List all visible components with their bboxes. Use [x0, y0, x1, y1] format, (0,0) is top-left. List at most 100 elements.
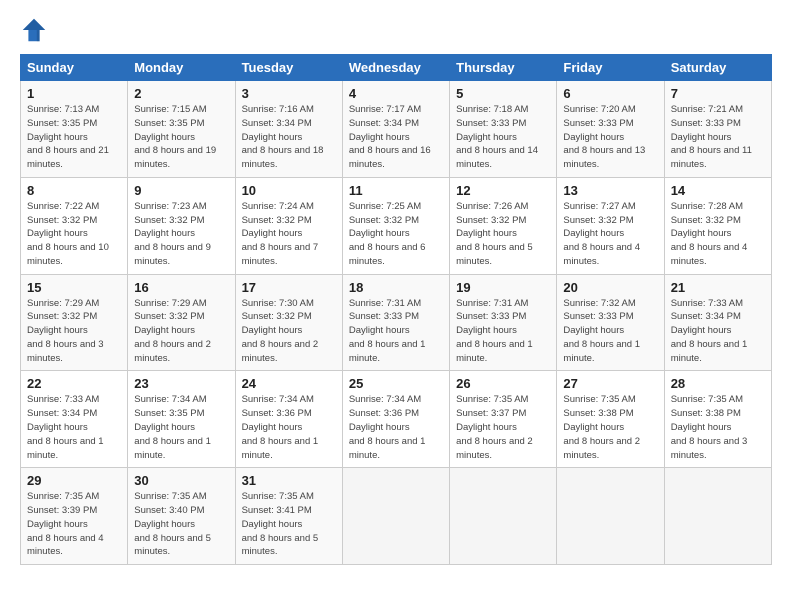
day-info: Sunrise: 7:13 AM Sunset: 3:35 PM Dayligh…	[27, 103, 121, 172]
calendar-week-5: 29 Sunrise: 7:35 AM Sunset: 3:39 PM Dayl…	[21, 468, 772, 565]
day-info: Sunrise: 7:34 AM Sunset: 3:36 PM Dayligh…	[349, 393, 443, 462]
day-number: 30	[134, 473, 228, 488]
calendar-cell: 29 Sunrise: 7:35 AM Sunset: 3:39 PM Dayl…	[21, 468, 128, 565]
logo	[20, 16, 52, 44]
day-number: 1	[27, 86, 121, 101]
day-info: Sunrise: 7:31 AM Sunset: 3:33 PM Dayligh…	[456, 297, 550, 366]
calendar-cell: 4 Sunrise: 7:17 AM Sunset: 3:34 PM Dayli…	[342, 81, 449, 178]
day-info: Sunrise: 7:35 AM Sunset: 3:38 PM Dayligh…	[671, 393, 765, 462]
day-number: 10	[242, 183, 336, 198]
calendar-header: SundayMondayTuesdayWednesdayThursdayFrid…	[21, 55, 772, 81]
weekday-header-monday: Monday	[128, 55, 235, 81]
day-number: 13	[563, 183, 657, 198]
day-number: 20	[563, 280, 657, 295]
weekday-header-wednesday: Wednesday	[342, 55, 449, 81]
day-info: Sunrise: 7:17 AM Sunset: 3:34 PM Dayligh…	[349, 103, 443, 172]
day-number: 3	[242, 86, 336, 101]
day-info: Sunrise: 7:27 AM Sunset: 3:32 PM Dayligh…	[563, 200, 657, 269]
day-info: Sunrise: 7:34 AM Sunset: 3:36 PM Dayligh…	[242, 393, 336, 462]
calendar-cell: 22 Sunrise: 7:33 AM Sunset: 3:34 PM Dayl…	[21, 371, 128, 468]
day-number: 24	[242, 376, 336, 391]
day-number: 29	[27, 473, 121, 488]
logo-icon	[20, 16, 48, 44]
day-info: Sunrise: 7:25 AM Sunset: 3:32 PM Dayligh…	[349, 200, 443, 269]
day-info: Sunrise: 7:16 AM Sunset: 3:34 PM Dayligh…	[242, 103, 336, 172]
weekday-header-tuesday: Tuesday	[235, 55, 342, 81]
calendar-cell: 26 Sunrise: 7:35 AM Sunset: 3:37 PM Dayl…	[450, 371, 557, 468]
day-number: 6	[563, 86, 657, 101]
calendar-week-1: 1 Sunrise: 7:13 AM Sunset: 3:35 PM Dayli…	[21, 81, 772, 178]
day-info: Sunrise: 7:34 AM Sunset: 3:35 PM Dayligh…	[134, 393, 228, 462]
calendar-cell: 25 Sunrise: 7:34 AM Sunset: 3:36 PM Dayl…	[342, 371, 449, 468]
day-info: Sunrise: 7:18 AM Sunset: 3:33 PM Dayligh…	[456, 103, 550, 172]
day-number: 31	[242, 473, 336, 488]
day-number: 8	[27, 183, 121, 198]
day-number: 21	[671, 280, 765, 295]
day-number: 27	[563, 376, 657, 391]
day-number: 14	[671, 183, 765, 198]
calendar-week-2: 8 Sunrise: 7:22 AM Sunset: 3:32 PM Dayli…	[21, 177, 772, 274]
calendar-cell: 3 Sunrise: 7:16 AM Sunset: 3:34 PM Dayli…	[235, 81, 342, 178]
calendar-cell	[342, 468, 449, 565]
calendar-cell: 20 Sunrise: 7:32 AM Sunset: 3:33 PM Dayl…	[557, 274, 664, 371]
day-number: 4	[349, 86, 443, 101]
calendar-cell: 7 Sunrise: 7:21 AM Sunset: 3:33 PM Dayli…	[664, 81, 771, 178]
calendar-cell: 6 Sunrise: 7:20 AM Sunset: 3:33 PM Dayli…	[557, 81, 664, 178]
day-info: Sunrise: 7:29 AM Sunset: 3:32 PM Dayligh…	[27, 297, 121, 366]
day-info: Sunrise: 7:35 AM Sunset: 3:40 PM Dayligh…	[134, 490, 228, 559]
day-number: 7	[671, 86, 765, 101]
day-info: Sunrise: 7:33 AM Sunset: 3:34 PM Dayligh…	[27, 393, 121, 462]
day-number: 19	[456, 280, 550, 295]
weekday-header-friday: Friday	[557, 55, 664, 81]
weekday-header-sunday: Sunday	[21, 55, 128, 81]
day-number: 18	[349, 280, 443, 295]
calendar-cell: 21 Sunrise: 7:33 AM Sunset: 3:34 PM Dayl…	[664, 274, 771, 371]
calendar-week-4: 22 Sunrise: 7:33 AM Sunset: 3:34 PM Dayl…	[21, 371, 772, 468]
calendar-cell: 5 Sunrise: 7:18 AM Sunset: 3:33 PM Dayli…	[450, 81, 557, 178]
day-number: 5	[456, 86, 550, 101]
day-number: 2	[134, 86, 228, 101]
calendar-cell	[557, 468, 664, 565]
calendar-cell: 24 Sunrise: 7:34 AM Sunset: 3:36 PM Dayl…	[235, 371, 342, 468]
day-number: 22	[27, 376, 121, 391]
calendar-cell: 15 Sunrise: 7:29 AM Sunset: 3:32 PM Dayl…	[21, 274, 128, 371]
day-info: Sunrise: 7:24 AM Sunset: 3:32 PM Dayligh…	[242, 200, 336, 269]
day-info: Sunrise: 7:20 AM Sunset: 3:33 PM Dayligh…	[563, 103, 657, 172]
calendar-cell	[664, 468, 771, 565]
calendar-week-3: 15 Sunrise: 7:29 AM Sunset: 3:32 PM Dayl…	[21, 274, 772, 371]
day-number: 9	[134, 183, 228, 198]
calendar-table: SundayMondayTuesdayWednesdayThursdayFrid…	[20, 54, 772, 565]
day-info: Sunrise: 7:35 AM Sunset: 3:41 PM Dayligh…	[242, 490, 336, 559]
calendar-cell: 17 Sunrise: 7:30 AM Sunset: 3:32 PM Dayl…	[235, 274, 342, 371]
day-number: 15	[27, 280, 121, 295]
weekday-header-saturday: Saturday	[664, 55, 771, 81]
day-info: Sunrise: 7:21 AM Sunset: 3:33 PM Dayligh…	[671, 103, 765, 172]
calendar-cell: 18 Sunrise: 7:31 AM Sunset: 3:33 PM Dayl…	[342, 274, 449, 371]
day-info: Sunrise: 7:31 AM Sunset: 3:33 PM Dayligh…	[349, 297, 443, 366]
calendar-cell: 28 Sunrise: 7:35 AM Sunset: 3:38 PM Dayl…	[664, 371, 771, 468]
calendar-cell: 23 Sunrise: 7:34 AM Sunset: 3:35 PM Dayl…	[128, 371, 235, 468]
calendar-cell: 31 Sunrise: 7:35 AM Sunset: 3:41 PM Dayl…	[235, 468, 342, 565]
day-info: Sunrise: 7:29 AM Sunset: 3:32 PM Dayligh…	[134, 297, 228, 366]
calendar-cell: 16 Sunrise: 7:29 AM Sunset: 3:32 PM Dayl…	[128, 274, 235, 371]
weekday-header-thursday: Thursday	[450, 55, 557, 81]
day-number: 26	[456, 376, 550, 391]
day-number: 11	[349, 183, 443, 198]
day-number: 28	[671, 376, 765, 391]
calendar-cell: 12 Sunrise: 7:26 AM Sunset: 3:32 PM Dayl…	[450, 177, 557, 274]
calendar-cell: 1 Sunrise: 7:13 AM Sunset: 3:35 PM Dayli…	[21, 81, 128, 178]
day-info: Sunrise: 7:35 AM Sunset: 3:39 PM Dayligh…	[27, 490, 121, 559]
calendar-cell: 11 Sunrise: 7:25 AM Sunset: 3:32 PM Dayl…	[342, 177, 449, 274]
calendar-cell: 19 Sunrise: 7:31 AM Sunset: 3:33 PM Dayl…	[450, 274, 557, 371]
day-info: Sunrise: 7:35 AM Sunset: 3:38 PM Dayligh…	[563, 393, 657, 462]
calendar-cell: 27 Sunrise: 7:35 AM Sunset: 3:38 PM Dayl…	[557, 371, 664, 468]
day-info: Sunrise: 7:23 AM Sunset: 3:32 PM Dayligh…	[134, 200, 228, 269]
calendar-cell: 14 Sunrise: 7:28 AM Sunset: 3:32 PM Dayl…	[664, 177, 771, 274]
calendar-cell: 8 Sunrise: 7:22 AM Sunset: 3:32 PM Dayli…	[21, 177, 128, 274]
day-info: Sunrise: 7:26 AM Sunset: 3:32 PM Dayligh…	[456, 200, 550, 269]
day-info: Sunrise: 7:15 AM Sunset: 3:35 PM Dayligh…	[134, 103, 228, 172]
day-info: Sunrise: 7:22 AM Sunset: 3:32 PM Dayligh…	[27, 200, 121, 269]
calendar-cell	[450, 468, 557, 565]
day-info: Sunrise: 7:35 AM Sunset: 3:37 PM Dayligh…	[456, 393, 550, 462]
day-number: 25	[349, 376, 443, 391]
